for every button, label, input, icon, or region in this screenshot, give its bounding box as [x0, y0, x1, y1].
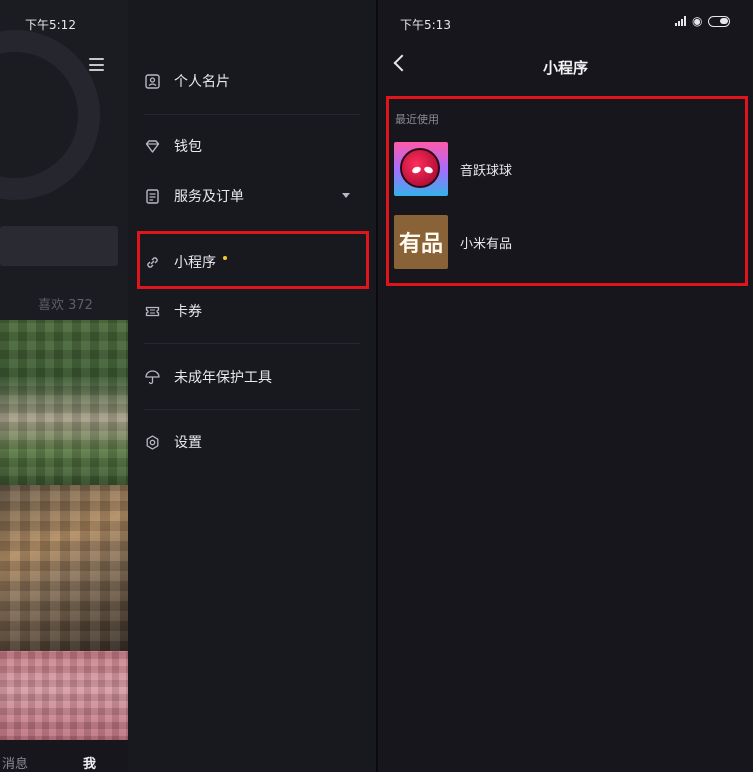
menu-label: 未成年保护工具	[174, 370, 272, 386]
ticket-icon	[144, 303, 160, 319]
chevron-down-icon[interactable]	[342, 193, 350, 198]
left-screen: 喜欢 372 消息 我 下午5:12 ◉ 个人名片 钱包	[0, 0, 376, 772]
menu-item-coupons[interactable]: 卡券	[144, 296, 364, 326]
profile-background: 喜欢 372 消息 我	[0, 0, 132, 772]
highlight-box	[137, 231, 369, 289]
video-thumbnail[interactable]	[0, 320, 130, 485]
tab-me[interactable]: 我	[83, 753, 96, 772]
side-drawer: 个人名片 钱包 服务及订单 小程序 卡券 未成年保护工具 设置	[128, 0, 376, 772]
menu-item-minor-protection[interactable]: 未成年保护工具	[144, 362, 364, 392]
profile-avatar	[0, 30, 100, 200]
menu-label: 钱包	[174, 139, 202, 155]
status-icons: ◉	[675, 14, 731, 28]
menu-label: 设置	[174, 435, 202, 451]
diamond-icon	[144, 138, 160, 154]
page-title: 小程序	[542, 59, 588, 77]
highlight-box	[386, 96, 748, 286]
divider	[144, 114, 360, 115]
menu-label: 卡券	[174, 304, 202, 320]
menu-icon[interactable]	[89, 58, 104, 71]
video-grid	[0, 320, 130, 743]
menu-label: 服务及订单	[174, 189, 244, 205]
document-icon	[144, 188, 160, 204]
likes-count: 喜欢 372	[38, 298, 93, 313]
video-thumbnail[interactable]	[0, 485, 130, 651]
wifi-icon: ◉	[692, 14, 703, 28]
menu-item-business-card[interactable]: 个人名片	[144, 66, 364, 96]
signal-icon	[675, 16, 686, 26]
gear-icon	[144, 434, 160, 450]
tab-messages[interactable]: 消息	[2, 753, 28, 772]
video-thumbnail[interactable]	[0, 651, 130, 743]
menu-item-settings[interactable]: 设置	[144, 427, 364, 457]
menu-item-wallet[interactable]: 钱包	[144, 131, 364, 161]
menu-label: 个人名片	[174, 74, 230, 90]
status-time: 下午5:13	[400, 18, 451, 32]
menu-item-services-orders[interactable]: 服务及订单	[144, 181, 364, 211]
status-time: 下午5:12	[25, 18, 76, 32]
battery-icon	[708, 15, 731, 27]
umbrella-icon	[144, 369, 160, 385]
divider	[144, 343, 360, 344]
profile-edit-button[interactable]	[0, 226, 118, 266]
divider	[144, 409, 360, 410]
id-card-icon	[144, 73, 160, 89]
